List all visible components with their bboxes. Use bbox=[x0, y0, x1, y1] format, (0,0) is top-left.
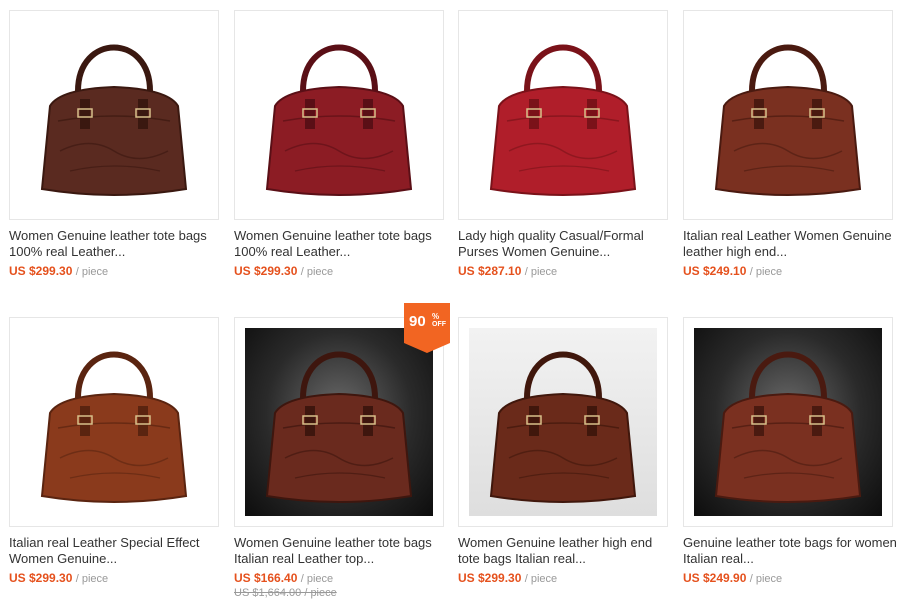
discount-badge: 90 % OFF bbox=[404, 303, 450, 353]
product-image[interactable] bbox=[9, 317, 219, 527]
product-title[interactable]: Women Genuine leather tote bags 100% rea… bbox=[9, 228, 224, 260]
price-unit: / piece bbox=[75, 266, 109, 278]
price-unit: / piece bbox=[524, 266, 558, 278]
product-price: US $299.30 bbox=[234, 264, 298, 278]
product-image[interactable] bbox=[458, 317, 668, 527]
handbag-picture bbox=[40, 351, 188, 503]
handbag-picture bbox=[489, 44, 637, 196]
product-image[interactable] bbox=[683, 317, 893, 527]
product-card[interactable]: Women Genuine leather tote bags 100% rea… bbox=[9, 10, 219, 278]
product-price: US $166.40 bbox=[234, 571, 298, 585]
price-unit: / piece bbox=[300, 266, 334, 278]
product-price: US $249.90 bbox=[683, 571, 747, 585]
price-row: US $287.10 / piece bbox=[458, 264, 668, 278]
product-card[interactable]: Lady high quality Casual/Formal Purses W… bbox=[458, 10, 668, 278]
price-unit: / piece bbox=[749, 266, 783, 278]
price-row: US $166.40 / piece bbox=[234, 571, 444, 585]
product-card[interactable]: Genuine leather tote bags for women Ital… bbox=[683, 317, 897, 585]
price-row: US $299.30 / piece bbox=[234, 264, 444, 278]
product-image[interactable] bbox=[234, 10, 444, 220]
price-row: US $299.30 / piece bbox=[9, 264, 219, 278]
price-unit: / piece bbox=[524, 573, 558, 585]
product-image[interactable] bbox=[683, 10, 893, 220]
product-card[interactable]: Italian real Leather Special Effect Wome… bbox=[9, 317, 219, 585]
price-row: US $249.90 / piece bbox=[683, 571, 893, 585]
product-title[interactable]: Italian real Leather Special Effect Wome… bbox=[9, 535, 224, 567]
product-title[interactable]: Italian real Leather Women Genuine leath… bbox=[683, 228, 898, 260]
badge-off-label: OFF bbox=[432, 321, 446, 328]
product-title[interactable]: Lady high quality Casual/Formal Purses W… bbox=[458, 228, 673, 260]
price-unit: / piece bbox=[75, 573, 109, 585]
product-price: US $249.10 bbox=[683, 264, 747, 278]
product-card[interactable]: Women Genuine leather tote bags 100% rea… bbox=[234, 10, 444, 278]
product-grid: Women Genuine leather tote bags 100% rea… bbox=[0, 0, 900, 599]
product-price: US $287.10 bbox=[458, 264, 522, 278]
product-title[interactable]: Women Genuine leather high end tote bags… bbox=[458, 535, 673, 567]
badge-percent: 90 bbox=[409, 313, 426, 330]
handbag-picture bbox=[40, 44, 188, 196]
handbag-picture bbox=[714, 44, 862, 196]
price-unit: / piece bbox=[300, 573, 334, 585]
product-price: US $299.30 bbox=[9, 571, 73, 585]
badge-percent-symbol: % bbox=[432, 312, 440, 321]
price-row: US $249.10 / piece bbox=[683, 264, 893, 278]
product-price: US $299.30 bbox=[458, 571, 522, 585]
original-price: US $1,664.00 / piece bbox=[234, 587, 337, 599]
product-title[interactable]: Women Genuine leather tote bags 100% rea… bbox=[234, 228, 449, 260]
product-card[interactable]: 90 % OFF Women Genuine leather tote bags… bbox=[234, 303, 450, 599]
product-image[interactable] bbox=[458, 10, 668, 220]
product-title[interactable]: Genuine leather tote bags for women Ital… bbox=[683, 535, 898, 567]
product-card[interactable]: Italian real Leather Women Genuine leath… bbox=[683, 10, 893, 278]
product-image[interactable] bbox=[9, 10, 219, 220]
handbag-picture bbox=[714, 351, 862, 503]
price-row: US $299.30 / piece bbox=[458, 571, 668, 585]
product-card[interactable]: Women Genuine leather high end tote bags… bbox=[458, 317, 668, 585]
handbag-picture bbox=[489, 351, 637, 503]
price-row: US $299.30 / piece bbox=[9, 571, 219, 585]
product-price: US $299.30 bbox=[9, 264, 73, 278]
product-title[interactable]: Women Genuine leather tote bags Italian … bbox=[234, 535, 449, 567]
handbag-picture bbox=[265, 44, 413, 196]
price-unit: / piece bbox=[749, 573, 783, 585]
